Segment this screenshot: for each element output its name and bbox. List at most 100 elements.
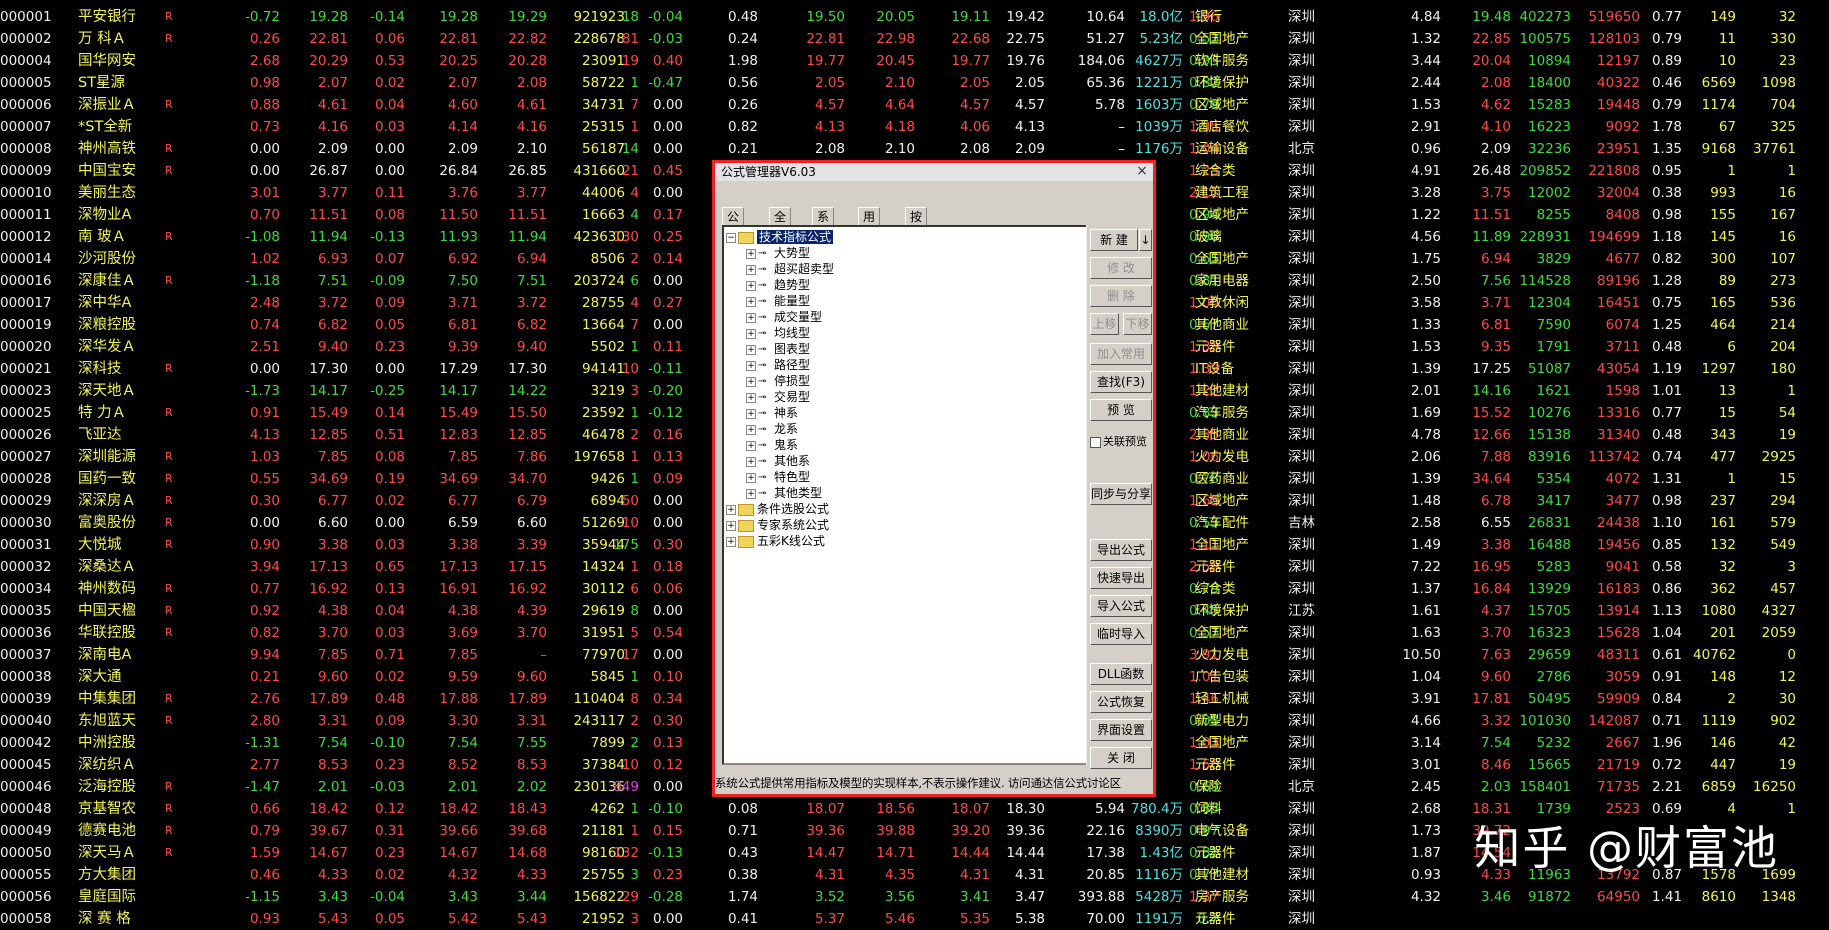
stock-row[interactable]: 000008 神州高铁 R 0.00 2.09 0.00 2.09 2.10 56187 14 0.… bbox=[0, 138, 1829, 160]
tree-node-category[interactable]: + ⊸ 能量型 bbox=[746, 293, 810, 309]
tree-node-category[interactable]: + ⊸ 龙系 bbox=[746, 421, 798, 437]
delete-button[interactable]: 删 除 bbox=[1090, 285, 1152, 307]
expand-icon[interactable]: + bbox=[726, 536, 736, 547]
cell-buy: 4.60 bbox=[447, 97, 478, 113]
tree-node-category[interactable]: + ⊸ 其他系 bbox=[746, 453, 810, 469]
tree-node-folder[interactable]: + 五彩K线公式 bbox=[726, 533, 825, 549]
add-to-common-button[interactable]: 加入常用 bbox=[1090, 343, 1152, 365]
tree-node-category[interactable]: + ⊸ 趋势型 bbox=[746, 277, 810, 293]
cell-name: 华联控股 bbox=[78, 625, 136, 641]
tab-user[interactable]: 用户 bbox=[858, 207, 881, 242]
tree-node-category[interactable]: + ⊸ 特色型 bbox=[746, 469, 810, 485]
stock-row[interactable]: 000001 平安银行 R -0.72 19.28 -0.14 19.28 19.29 9219… bbox=[0, 6, 1829, 28]
formula-restore-button[interactable]: 公式恢复 bbox=[1090, 691, 1152, 713]
stock-row[interactable]: 000006 深振业Ａ R 0.88 4.61 0.04 4.60 4.61 34731 7 0.0… bbox=[0, 94, 1829, 116]
expand-icon[interactable]: + bbox=[726, 504, 736, 515]
tab-system[interactable]: 系统 bbox=[812, 207, 835, 242]
expand-icon[interactable]: + bbox=[746, 248, 756, 259]
cell-ind: 区域地产 bbox=[1195, 207, 1249, 223]
expand-icon[interactable]: + bbox=[746, 408, 756, 419]
expand-icon[interactable]: + bbox=[746, 360, 756, 371]
cell-n1: 0.91 bbox=[1651, 669, 1682, 685]
cell-n1: 0.95 bbox=[1651, 163, 1682, 179]
tree-node-category[interactable]: + ⊸ 超买超卖型 bbox=[746, 261, 834, 277]
cell-jj: 3.71 bbox=[1480, 295, 1511, 311]
tree-node-category[interactable]: + ⊸ 其他类型 bbox=[746, 485, 822, 501]
tab-by-date-frequency[interactable]: 按日期频度 bbox=[905, 207, 928, 296]
export-formula-button[interactable]: 导出公式 bbox=[1090, 539, 1152, 561]
tree-node-category[interactable]: + ⊸ 图表型 bbox=[746, 341, 810, 357]
temp-import-button[interactable]: 临时导入 bbox=[1090, 623, 1152, 645]
cell-sell: 4.16 bbox=[516, 119, 547, 135]
move-down-button[interactable]: 下移 bbox=[1123, 313, 1152, 335]
cell-n2: 165 bbox=[1710, 295, 1736, 311]
modify-button[interactable]: 修 改 bbox=[1090, 257, 1152, 279]
cell-pe: 20.85 bbox=[1086, 867, 1125, 883]
tree-node-category[interactable]: + ⊸ 神系 bbox=[746, 405, 798, 421]
checkbox-icon[interactable] bbox=[1090, 436, 1101, 448]
tree-node-folder[interactable]: + 条件选股公式 bbox=[726, 501, 829, 517]
expand-icon[interactable]: + bbox=[746, 376, 756, 387]
cell-n2: 1 bbox=[1727, 163, 1736, 179]
collapse-icon[interactable]: − bbox=[726, 232, 736, 243]
quick-export-button[interactable]: 快速导出 bbox=[1090, 567, 1152, 589]
expand-icon[interactable]: + bbox=[746, 344, 756, 355]
import-formula-button[interactable]: 导入公式 bbox=[1090, 595, 1152, 617]
preview-button[interactable]: 预 览 bbox=[1090, 399, 1152, 421]
expand-icon[interactable]: + bbox=[746, 472, 756, 483]
expand-icon[interactable]: + bbox=[726, 520, 736, 531]
link-preview-checkbox[interactable]: 关联预览 bbox=[1090, 435, 1147, 449]
cell-name: 深大通 bbox=[78, 669, 122, 685]
cell-high: 20.45 bbox=[876, 53, 915, 69]
cell-chg: 0.46 bbox=[249, 867, 280, 883]
cell-zd: 0.02 bbox=[374, 75, 405, 91]
tab-formula-group[interactable]: 公式组 bbox=[722, 207, 745, 260]
move-up-button[interactable]: 上移 bbox=[1090, 313, 1119, 335]
tree-node-tech-indicators[interactable]: − 技术指标公式 bbox=[726, 229, 834, 245]
tree-node-category[interactable]: + ⊸ 大势型 bbox=[746, 245, 810, 261]
expand-icon[interactable]: + bbox=[746, 296, 756, 307]
tree-node-category[interactable]: + ⊸ 成交量型 bbox=[746, 309, 822, 325]
expand-icon[interactable]: + bbox=[746, 440, 756, 451]
stock-row[interactable]: 000004 国华网安 2.68 20.29 0.53 20.25 20.28 23091 19… bbox=[0, 50, 1829, 72]
stock-row[interactable]: 000007 *ST全新 0.73 4.16 0.03 4.14 4.16 25315 1 0.0… bbox=[0, 116, 1829, 138]
stock-row[interactable]: 000056 皇庭国际 -1.15 3.43 -0.04 3.43 3.44 156822 29… bbox=[0, 886, 1829, 908]
new-button[interactable]: 新 建 bbox=[1090, 229, 1138, 251]
stock-row[interactable]: 000002 万 科Ａ R 0.26 22.81 0.06 22.81 22.82 228678… bbox=[0, 28, 1829, 50]
cell-buy: 34.69 bbox=[439, 471, 478, 487]
cell-zd: 0.48 bbox=[374, 691, 405, 707]
close-icon[interactable]: × bbox=[1135, 163, 1149, 179]
formula-tree[interactable]: − 技术指标公式 + ⊸ 大势型 + ⊸ 超买超卖型 + ⊸ 趋势型 + ⊸ 能量型 + ⊸ 成交量型 + ⊸ 均线… bbox=[722, 225, 1088, 765]
cell-area: 深圳 bbox=[1288, 53, 1315, 69]
expand-icon[interactable]: + bbox=[746, 424, 756, 435]
expand-icon[interactable]: + bbox=[746, 488, 756, 499]
ui-settings-button[interactable]: 界面设置 bbox=[1090, 719, 1152, 741]
close-button[interactable]: 关 闭 bbox=[1090, 747, 1152, 769]
tree-node-category[interactable]: + ⊸ 交易型 bbox=[746, 389, 810, 405]
cell-area: 深圳 bbox=[1288, 889, 1315, 905]
expand-icon[interactable]: + bbox=[746, 392, 756, 403]
dll-function-button[interactable]: DLL函数 bbox=[1090, 663, 1152, 685]
expand-icon[interactable]: + bbox=[746, 312, 756, 323]
cell-code: 000055 bbox=[0, 867, 52, 883]
cell-buy: 2.09 bbox=[447, 141, 478, 157]
cell-flag: R bbox=[165, 98, 173, 111]
tree-node-category[interactable]: + ⊸ 鬼系 bbox=[746, 437, 798, 453]
stock-row[interactable]: 000058 深 赛 格 0.93 5.43 0.05 5.42 5.43 21952 3 0.0… bbox=[0, 908, 1829, 930]
sync-share-button[interactable]: 同步与分享 bbox=[1090, 483, 1152, 505]
stock-row[interactable]: 000005 ST星源 0.98 2.07 0.02 2.07 2.08 58722 1 -0.4… bbox=[0, 72, 1829, 94]
expand-icon[interactable]: + bbox=[746, 280, 756, 291]
tree-node-folder[interactable]: + 专家系统公式 bbox=[726, 517, 829, 533]
cell-up: 0.23 bbox=[652, 867, 683, 883]
cell-name: 特 力Ａ bbox=[78, 405, 127, 421]
expand-icon[interactable]: + bbox=[746, 456, 756, 467]
expand-icon[interactable]: + bbox=[746, 328, 756, 339]
tree-node-category[interactable]: + ⊸ 均线型 bbox=[746, 325, 810, 341]
cell-sell: – bbox=[540, 647, 547, 663]
tree-node-category[interactable]: + ⊸ 路径型 bbox=[746, 357, 810, 373]
tree-node-category[interactable]: + ⊸ 停损型 bbox=[746, 373, 810, 389]
find-button[interactable]: 查找(F3) bbox=[1090, 371, 1152, 393]
new-dropdown-arrow-icon[interactable]: ↓ bbox=[1139, 229, 1152, 251]
tab-all[interactable]: 全部 bbox=[769, 207, 792, 242]
expand-icon[interactable]: + bbox=[746, 264, 756, 275]
